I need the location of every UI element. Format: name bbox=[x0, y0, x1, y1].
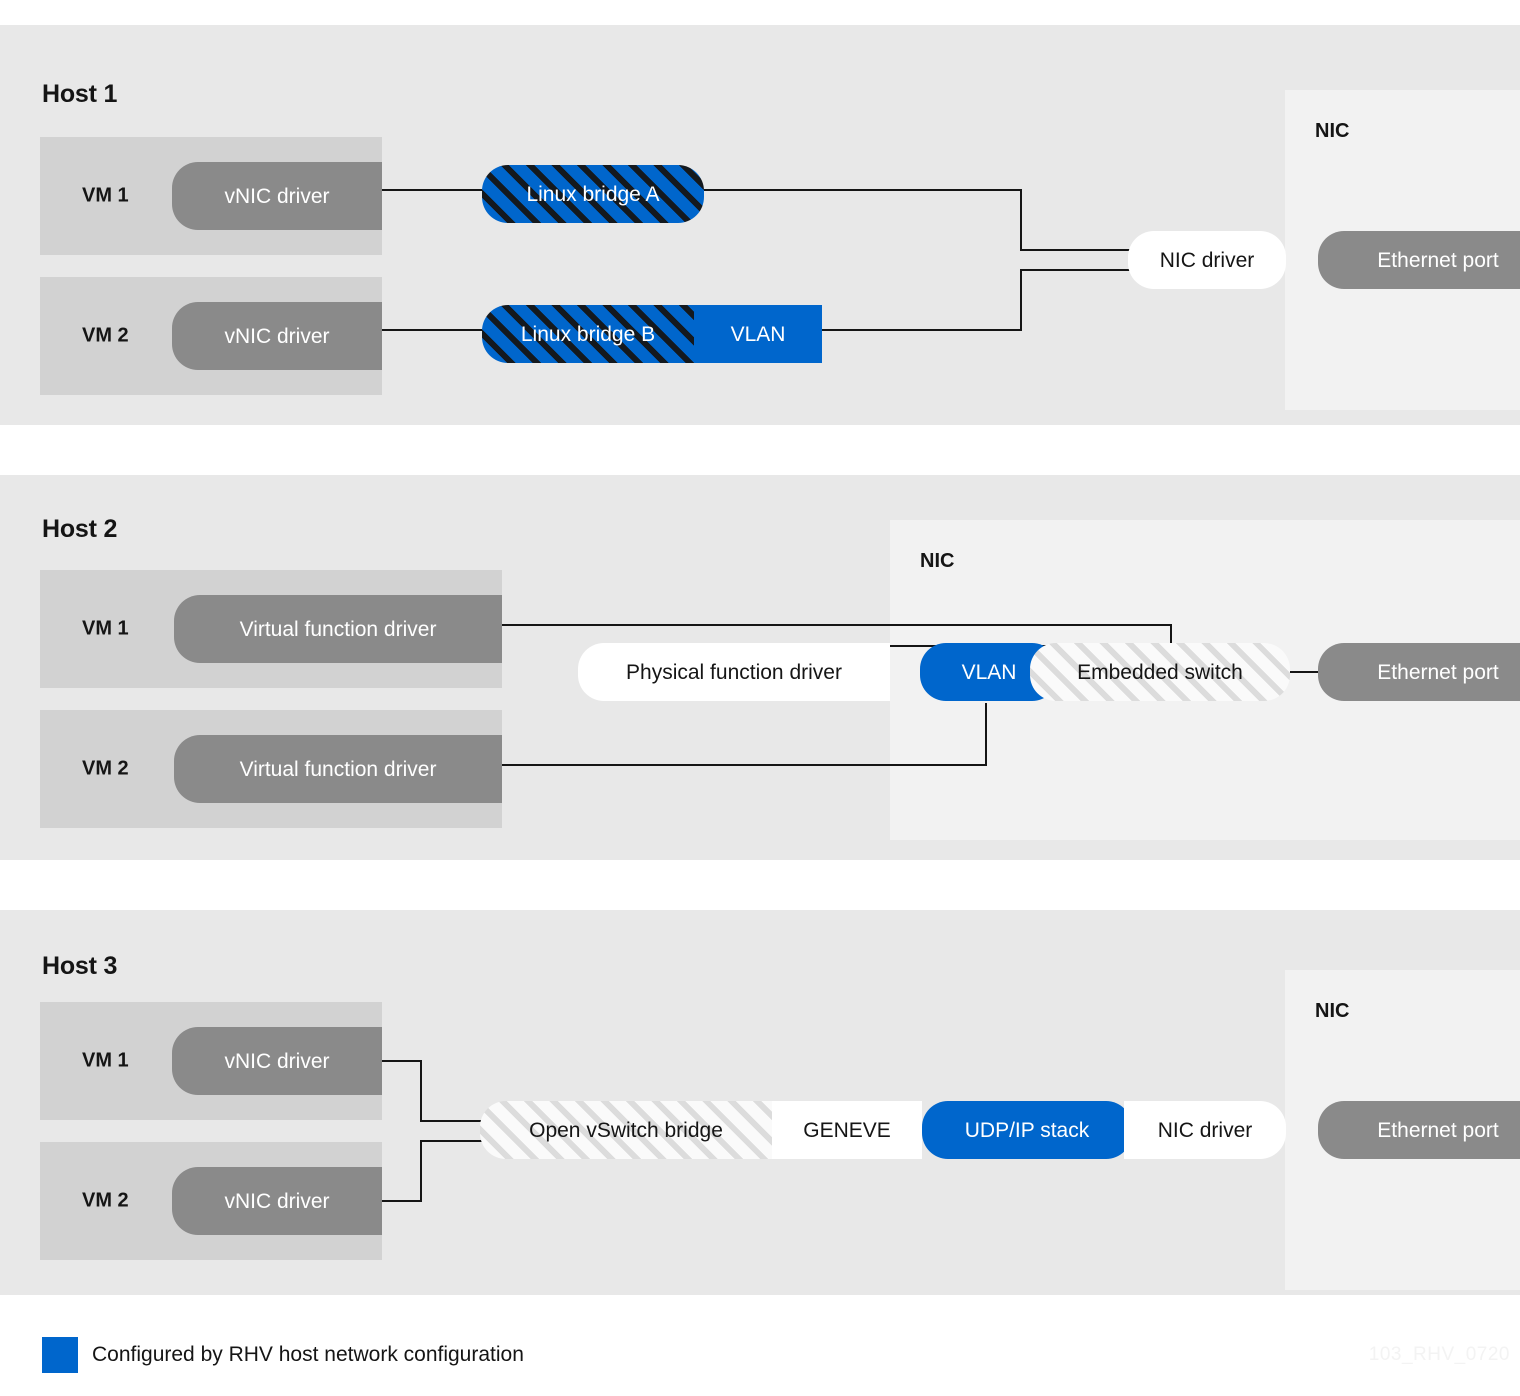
wire-host1-upper-to-nic-driver bbox=[1020, 249, 1130, 251]
legend-color-swatch bbox=[42, 1337, 78, 1373]
host-3-ethernet-port-label: Ethernet port bbox=[1377, 1118, 1499, 1142]
host-3-vm-1-label: VM 1 bbox=[82, 1049, 129, 1072]
host-1-vlan-label: VLAN bbox=[730, 322, 786, 346]
host-3-geneve-label: GENEVE bbox=[803, 1118, 891, 1142]
host-1-vm-2-label: VM 2 bbox=[82, 324, 129, 347]
host-2-vm-1-vf-driver[interactable]: Virtual function driver bbox=[174, 595, 502, 663]
host-1-ethernet-port-label: Ethernet port bbox=[1377, 248, 1499, 272]
host-2-vm-1-vf-driver-label: Virtual function driver bbox=[239, 617, 437, 641]
host-3-vm-1-vnic-driver-label: vNIC driver bbox=[224, 1049, 330, 1073]
host-2-title: Host 2 bbox=[42, 515, 118, 543]
host-2-vm-2-vf-driver-label: Virtual function driver bbox=[239, 757, 437, 781]
wire-host2-vm2-up bbox=[985, 703, 987, 766]
host-1-vm-1-label: VM 1 bbox=[82, 184, 129, 207]
wire-host3-vm2-right bbox=[382, 1200, 422, 1202]
host-3-vm-2-vnic-driver-label: vNIC driver bbox=[224, 1189, 330, 1213]
host-2-embedded-switch-label: Embedded switch bbox=[1077, 660, 1243, 684]
host-3-panel: Host 3 NIC VM 1 vNIC driver VM 2 vNIC dr… bbox=[0, 910, 1520, 1295]
wire-host1-bridge-a-down bbox=[1020, 189, 1022, 251]
host-3-vm-2-label: VM 2 bbox=[82, 1189, 129, 1212]
host-2-vlan-label: VLAN bbox=[961, 660, 1017, 684]
host-1-ethernet-port[interactable]: Ethernet port bbox=[1318, 231, 1520, 289]
host-2-nic-title: NIC bbox=[920, 550, 955, 572]
host-1-vlan[interactable]: VLAN bbox=[694, 305, 822, 363]
host-2-vm-2-vf-driver[interactable]: Virtual function driver bbox=[174, 735, 502, 803]
host-1-vm-1-vnic-driver-label: vNIC driver bbox=[224, 184, 330, 208]
host-3-open-vswitch-bridge[interactable]: Open vSwitch bridge bbox=[480, 1101, 772, 1159]
wire-host1-lower-to-nic-driver bbox=[1020, 269, 1130, 271]
host-1-linux-bridge-a-label: Linux bridge A bbox=[526, 182, 660, 206]
wire-host2-vm2-right bbox=[502, 764, 987, 766]
wire-host1-vlan-up bbox=[1020, 269, 1022, 331]
host-1-vm-2-vnic-driver-label: vNIC driver bbox=[224, 324, 330, 348]
host-3-nic-driver[interactable]: NIC driver bbox=[1124, 1101, 1286, 1159]
wire-host1-vlan-right bbox=[822, 329, 1022, 331]
legend-label: Configured by RHV host network configura… bbox=[92, 1343, 524, 1366]
host-3-title: Host 3 bbox=[42, 952, 118, 980]
wire-host3-vm2-up bbox=[420, 1140, 422, 1202]
host-1-vm-1-vnic-driver[interactable]: vNIC driver bbox=[172, 162, 382, 230]
host-1-nic-title: NIC bbox=[1315, 120, 1350, 142]
host-3-vm-1-vnic-driver[interactable]: vNIC driver bbox=[172, 1027, 382, 1095]
host-2-ethernet-port-label: Ethernet port bbox=[1377, 660, 1499, 684]
host-3-vm-2-vnic-driver[interactable]: vNIC driver bbox=[172, 1167, 382, 1235]
host-2-embedded-switch[interactable]: Embedded switch bbox=[1030, 643, 1290, 701]
wire-host2-vm1-right bbox=[502, 624, 1172, 626]
host-1-title: Host 1 bbox=[42, 80, 118, 108]
host-1-panel: Host 1 NIC VM 1 vNIC driver VM 2 vNIC dr… bbox=[0, 25, 1520, 425]
wire-host2-switch-to-port bbox=[1290, 671, 1318, 673]
wire-host1-bridge-a-right bbox=[704, 189, 1022, 191]
host-3-nic-title: NIC bbox=[1315, 1000, 1350, 1022]
host-1-nic-driver-label: NIC driver bbox=[1159, 248, 1255, 272]
wire-host1-vm1-to-bridge-a bbox=[382, 189, 482, 191]
wire-host3-vm1-right bbox=[382, 1060, 422, 1062]
host-2-panel: Host 2 NIC VM 1 Virtual function driver … bbox=[0, 475, 1520, 860]
host-1-linux-bridge-a[interactable]: Linux bridge A bbox=[482, 165, 704, 223]
wire-host1-vm2-to-bridge-b bbox=[382, 329, 482, 331]
host-2-ethernet-port[interactable]: Ethernet port bbox=[1318, 643, 1520, 701]
host-3-geneve[interactable]: GENEVE bbox=[772, 1101, 922, 1159]
host-3-open-vswitch-bridge-label: Open vSwitch bridge bbox=[529, 1118, 723, 1142]
host-3-udp-ip-stack[interactable]: UDP/IP stack bbox=[922, 1101, 1132, 1159]
wire-host3-vm1-to-ovs bbox=[420, 1120, 485, 1122]
host-3-udp-ip-stack-label: UDP/IP stack bbox=[964, 1118, 1090, 1142]
host-1-nic-driver[interactable]: NIC driver bbox=[1128, 231, 1286, 289]
wire-host3-vm1-down bbox=[420, 1060, 422, 1122]
host-2-vm-2-label: VM 2 bbox=[82, 757, 129, 780]
host-1-vm-2-vnic-driver[interactable]: vNIC driver bbox=[172, 302, 382, 370]
host-1-linux-bridge-b[interactable]: Linux bridge B bbox=[482, 305, 694, 363]
host-2-physical-function-driver[interactable]: Physical function driver bbox=[578, 643, 890, 701]
wire-host3-vm2-to-ovs bbox=[420, 1140, 485, 1142]
host-3-ethernet-port[interactable]: Ethernet port bbox=[1318, 1101, 1520, 1159]
host-2-physical-function-driver-label: Physical function driver bbox=[626, 660, 842, 684]
host-1-linux-bridge-b-label: Linux bridge B bbox=[520, 322, 656, 346]
host-2-vm-1-label: VM 1 bbox=[82, 617, 129, 640]
host-3-nic-driver-label: NIC driver bbox=[1157, 1118, 1253, 1142]
watermark-text: 103_RHV_0720 bbox=[1368, 1344, 1510, 1365]
